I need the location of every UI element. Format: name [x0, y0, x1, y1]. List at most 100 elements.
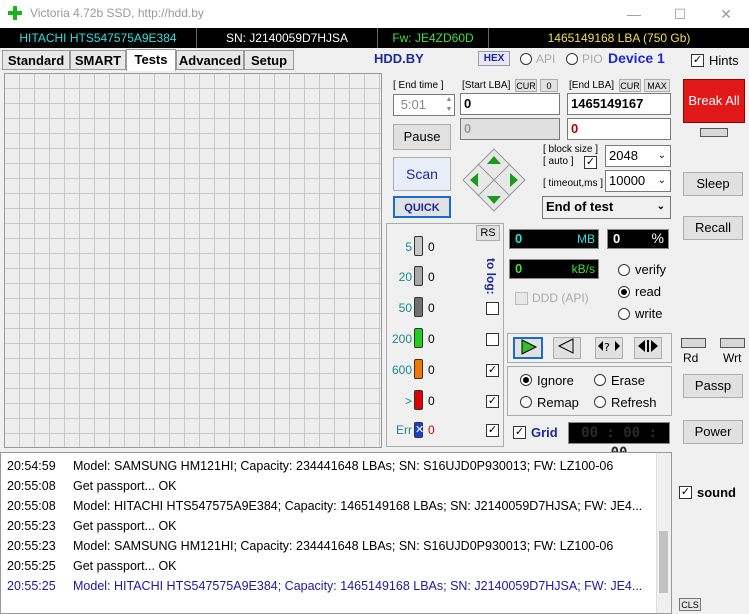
remap-radio[interactable]: [520, 396, 532, 408]
stat-count: 0: [428, 423, 435, 437]
minimize-button[interactable]: —: [611, 0, 657, 28]
log-stat-checkbox[interactable]: [486, 333, 499, 346]
grid-checkbox[interactable]: ✓: [513, 426, 526, 439]
log-message: Model: HITACHI HTS547575A9E384; Capacity…: [73, 579, 643, 593]
stat-label: >: [404, 394, 412, 408]
erase-label: Erase: [611, 373, 645, 388]
log-entry: 20:55:23 Get passport... OK: [7, 516, 177, 536]
stat-label: 600: [391, 363, 412, 377]
tab-tests[interactable]: Tests: [126, 49, 176, 71]
refresh-radio[interactable]: [594, 396, 606, 408]
reverse-button[interactable]: [553, 337, 581, 359]
tab-advanced[interactable]: Advanced: [176, 50, 244, 70]
log-entry: 20:55:08 Get passport... OK: [7, 476, 177, 496]
break-all-button[interactable]: Break All: [683, 79, 745, 123]
tab-setup[interactable]: Setup: [244, 50, 294, 70]
auto-checkbox[interactable]: ✓: [584, 156, 597, 169]
stat-color-swatch: [414, 266, 423, 286]
timeout-select[interactable]: 10000 ⌄: [605, 170, 671, 192]
recall-button[interactable]: Recall: [683, 216, 743, 240]
forward-button[interactable]: [513, 337, 543, 359]
random-seek-button[interactable]: ?: [595, 337, 623, 359]
start-lba-field[interactable]: 0: [460, 93, 560, 115]
end-time-spinner[interactable]: ▲ ▼: [443, 95, 455, 115]
sleep-button[interactable]: Sleep: [683, 172, 743, 196]
tab-standard[interactable]: Standard: [2, 50, 70, 70]
reset-stats-button[interactable]: RS: [476, 225, 500, 241]
ddd-checkbox[interactable]: [515, 292, 528, 305]
mb-readout: 0 MB: [509, 229, 599, 249]
read-radio[interactable]: [618, 286, 630, 298]
start-zero-button[interactable]: 0: [540, 79, 558, 92]
log-time: 20:55:08: [7, 479, 56, 493]
log-message: Get passport... OK: [73, 479, 177, 493]
end-time-label: [ End time ]: [393, 80, 444, 91]
random-seek-icon: ?: [598, 341, 620, 354]
pause-button[interactable]: Pause: [393, 124, 451, 150]
sound-label: sound: [697, 485, 736, 500]
pio-label: PIO: [582, 52, 603, 66]
end-lba-label: [End LBA]: [569, 80, 615, 91]
passport-button[interactable]: Passp: [683, 374, 743, 398]
log-time: 20:55:25: [7, 559, 56, 573]
svg-text:?: ?: [604, 341, 610, 354]
drive-firmware: Fw: JE4ZD60D: [378, 28, 489, 48]
hex-button[interactable]: HEX: [478, 51, 510, 66]
timeout-label: [ timeout,ms ]: [543, 178, 604, 189]
clear-log-button[interactable]: CLS: [679, 598, 701, 611]
ddd-label: DDD (API): [532, 291, 589, 305]
log-stat-checkbox[interactable]: ✓: [486, 424, 499, 437]
block-size-select[interactable]: 2048 ⌄: [605, 145, 671, 167]
to-log-label: to log:: [484, 258, 498, 295]
api-radio[interactable]: [520, 53, 532, 65]
log-message: Get passport... OK: [73, 559, 177, 573]
sound-checkbox[interactable]: ✓: [679, 486, 692, 499]
pio-radio[interactable]: [566, 53, 578, 65]
verify-label: verify: [635, 262, 667, 277]
stat-label: 50: [398, 301, 412, 315]
log-entry: 20:55:08 Model: HITACHI HTS547575A9E384; …: [7, 496, 642, 516]
quick-button[interactable]: QUICK: [393, 196, 451, 218]
block-size-label: [ block size ]: [543, 144, 599, 155]
butterfly-button[interactable]: [634, 337, 662, 359]
device-label[interactable]: Device 1: [608, 50, 665, 66]
hints-checkbox[interactable]: ✓: [691, 54, 704, 67]
scan-button[interactable]: Scan: [393, 157, 451, 191]
log-entry: 20:54:59 Model: SAMSUNG HM121HI; Capacity…: [7, 456, 613, 476]
log-stat-checkbox[interactable]: ✓: [486, 395, 499, 408]
wrt-indicator: [720, 338, 745, 348]
brand-label: HDD.BY: [374, 51, 424, 66]
scan-grid: [4, 73, 382, 448]
wrt-label: Wrt: [723, 351, 742, 365]
log-scrollbar[interactable]: [656, 453, 671, 613]
log-stat-checkbox[interactable]: [486, 302, 499, 315]
write-radio[interactable]: [618, 308, 630, 320]
close-button[interactable]: ✕: [703, 0, 749, 28]
erase-radio[interactable]: [594, 374, 606, 386]
auto-label: [ auto ]: [543, 156, 574, 167]
speed-readout: 0 kB/s: [509, 259, 599, 279]
end-lba-field[interactable]: 1465149167: [567, 93, 671, 115]
event-log[interactable]: 20:54:59 Model: SAMSUNG HM121HI; Capacity…: [0, 452, 672, 614]
start-lba-label: [Start LBA]: [462, 80, 511, 91]
stat-count: 0: [428, 363, 435, 377]
maximize-button[interactable]: ☐: [657, 0, 703, 28]
stat-label: 200: [391, 332, 412, 346]
play-reverse-icon: [557, 338, 574, 354]
power-button[interactable]: Power: [683, 420, 743, 444]
end-cur-button[interactable]: CUR: [619, 79, 641, 92]
stat-label: 20: [398, 270, 412, 284]
tab-smart[interactable]: SMART: [70, 50, 126, 70]
write-label: write: [635, 306, 663, 321]
stat-count: 0: [428, 332, 435, 346]
start-cur-button[interactable]: CUR: [515, 79, 537, 92]
stat-count: 0: [428, 240, 435, 254]
seek-direction-pad[interactable]: [461, 147, 527, 213]
log-scroll-thumb[interactable]: [659, 531, 668, 593]
verify-radio[interactable]: [618, 264, 630, 276]
log-stat-checkbox[interactable]: ✓: [486, 364, 499, 377]
end-action-select[interactable]: End of test ⌄: [542, 196, 671, 219]
end-max-button[interactable]: MAX: [644, 79, 670, 92]
elapsed-timer: 00 : 00 : 00: [568, 422, 670, 461]
ignore-radio[interactable]: [520, 374, 532, 386]
